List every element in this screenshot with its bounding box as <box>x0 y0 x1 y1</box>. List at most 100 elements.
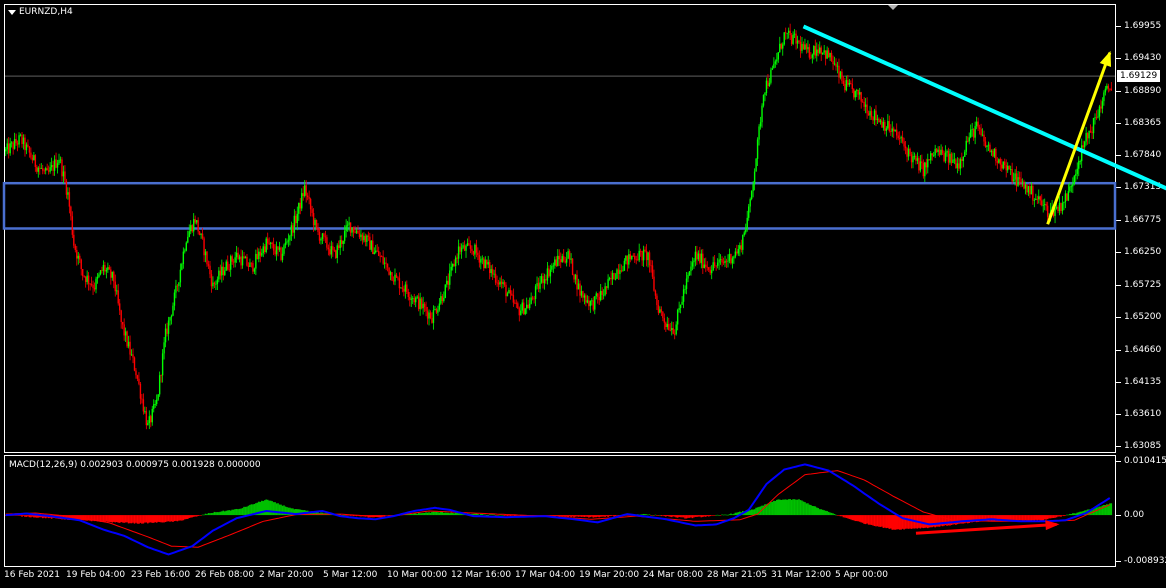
candle-body <box>854 90 856 98</box>
candle-body <box>164 328 167 343</box>
candle-body <box>546 268 549 281</box>
macd-histogram-bar <box>493 514 495 516</box>
candle-body <box>117 290 119 304</box>
candle-body <box>937 149 939 153</box>
candle-body <box>113 271 115 282</box>
macd-histogram-bar <box>169 515 171 522</box>
macd-histogram-bar <box>1070 514 1073 516</box>
candle-body <box>435 309 438 313</box>
candle-body <box>869 111 871 116</box>
candle-body <box>592 300 594 310</box>
macd-histogram-bar <box>1040 515 1043 521</box>
macd-histogram-bar <box>453 513 455 516</box>
macd-histogram-bar <box>882 515 885 528</box>
candle-body <box>235 252 238 258</box>
candle-body <box>995 148 997 162</box>
macd-histogram-bar <box>870 515 873 525</box>
candle-body <box>197 220 199 232</box>
macd-histogram-bar <box>110 515 112 523</box>
candle-body <box>70 206 72 217</box>
macd-histogram-bar <box>1055 515 1058 518</box>
candle-body <box>311 209 313 214</box>
candle-body <box>903 141 905 147</box>
macd-histogram-bar <box>596 515 599 517</box>
candle-body <box>634 255 636 260</box>
macd-histogram-bar <box>781 499 784 516</box>
resistance-trendline <box>802 24 1166 191</box>
macd-histogram-bar <box>576 515 578 517</box>
macd-histogram-bar <box>582 515 584 517</box>
macd-histogram-bar <box>848 515 851 520</box>
candle-body <box>314 219 316 226</box>
macd-histogram-bar <box>27 515 29 517</box>
macd-histogram-bar <box>383 515 386 517</box>
macd-main-line <box>5 463 1111 556</box>
candle-body <box>539 282 541 289</box>
macd-histogram-bar <box>613 515 615 517</box>
dropdown-triangle-icon[interactable] <box>8 9 16 15</box>
macd-histogram-bar <box>771 501 774 516</box>
candle-body <box>953 159 956 161</box>
candle-body <box>1063 202 1065 204</box>
candle-body <box>885 128 888 131</box>
candle-body <box>770 69 772 83</box>
candle-body <box>1041 200 1043 206</box>
macd-histogram-bar <box>345 515 347 516</box>
macd-histogram-bar <box>503 515 506 516</box>
macd-histogram-bar <box>588 515 590 518</box>
candle-body <box>718 259 720 263</box>
candle-body <box>934 148 936 156</box>
candle-body <box>565 258 568 263</box>
candle-body <box>253 268 256 272</box>
candle-body <box>554 259 556 266</box>
macd-histogram-bar <box>768 503 771 516</box>
candle-body <box>123 324 125 336</box>
macd-histogram-bar <box>185 515 188 520</box>
candle-body <box>705 264 707 267</box>
candle-body <box>563 256 565 261</box>
candle-body <box>807 47 809 50</box>
macd-histogram-bar <box>752 509 754 516</box>
macd-histogram-bar <box>770 501 772 516</box>
macd-histogram-bar <box>173 515 176 522</box>
macd-histogram-bar <box>101 515 103 522</box>
candle-body <box>142 399 145 412</box>
candle-body <box>21 134 23 145</box>
symbol-label[interactable]: EURNZD,H4 <box>8 7 73 17</box>
candle-body <box>1104 88 1107 93</box>
candle-body <box>407 292 409 297</box>
candle-body <box>668 324 670 330</box>
macd-histogram-bar <box>440 511 442 516</box>
candle-body <box>332 246 334 250</box>
candle-body <box>395 274 398 278</box>
macd-histogram-bar <box>160 515 162 523</box>
candle-body <box>500 281 503 284</box>
macd-histogram-bar <box>410 513 413 516</box>
candle-body <box>173 292 176 306</box>
macd-histogram-bar <box>574 515 577 517</box>
candle-body <box>753 171 756 184</box>
macd-histogram-bar <box>891 515 894 530</box>
candle-body <box>160 375 162 376</box>
candle-body <box>490 269 492 274</box>
candle-body <box>1029 186 1031 195</box>
candle-body <box>588 300 590 307</box>
candle-body <box>549 269 552 277</box>
candle-body <box>623 260 626 271</box>
macd-histogram-bar <box>719 515 722 516</box>
candle-body <box>663 318 666 323</box>
macd-histogram-bar <box>166 515 168 522</box>
macd-histogram-bar <box>907 515 910 529</box>
candle-body <box>454 257 457 267</box>
macd-histogram-bar <box>382 515 384 517</box>
macd-histogram-bar <box>567 515 569 518</box>
candle-body <box>462 245 464 248</box>
candle-body <box>209 265 211 275</box>
candle-body <box>255 253 257 269</box>
macd-histogram-bar <box>105 515 108 522</box>
candle-body <box>1027 186 1030 193</box>
candle-body <box>660 309 663 312</box>
candle-body <box>910 154 913 163</box>
candle-body <box>909 148 911 155</box>
candle-body <box>105 269 108 272</box>
